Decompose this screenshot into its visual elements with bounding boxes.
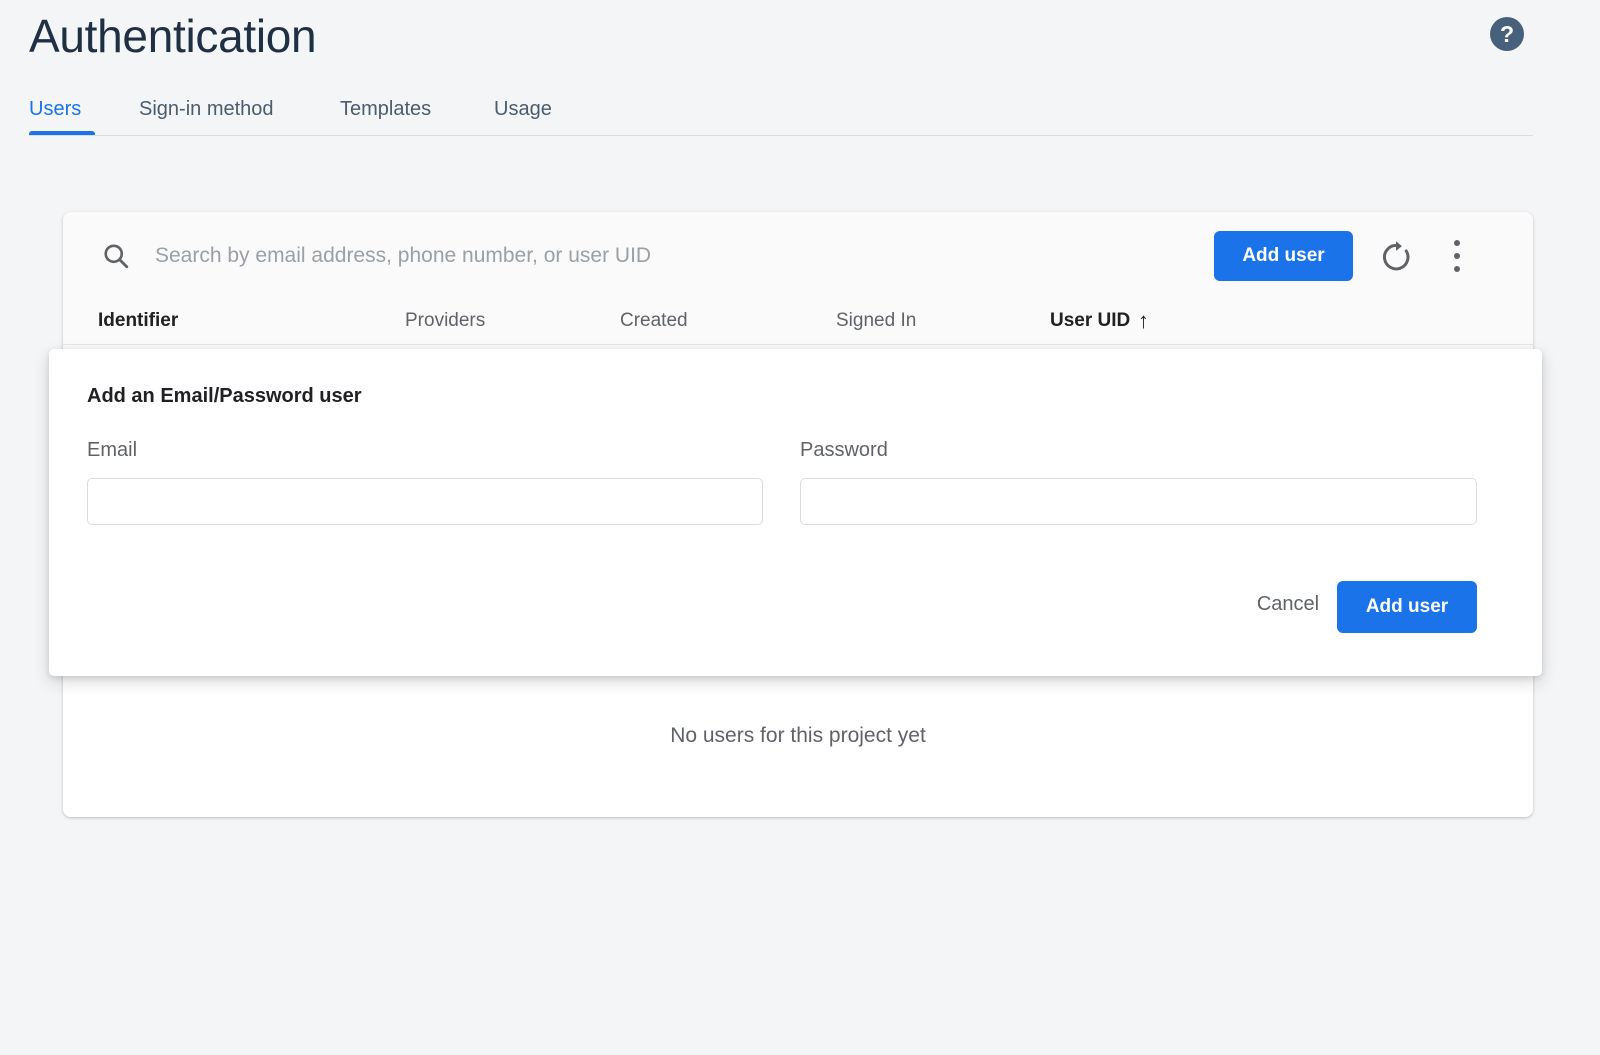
password-field[interactable] xyxy=(800,478,1477,525)
column-header-identifier[interactable]: Identifier xyxy=(98,300,178,342)
tab-bar: Users Sign-in method Templates Usage xyxy=(0,86,1600,136)
dialog-add-user-button[interactable]: Add user xyxy=(1337,581,1477,633)
tab-active-indicator xyxy=(29,131,95,135)
search-input[interactable] xyxy=(155,238,1195,274)
empty-state: No users for this project yet xyxy=(63,676,1533,817)
tab-sign-in-method[interactable]: Sign-in method xyxy=(139,86,274,133)
dialog-title: Add an Email/Password user xyxy=(87,385,362,407)
column-header-signed-in[interactable]: Signed In xyxy=(836,300,916,342)
email-field[interactable] xyxy=(87,478,763,525)
more-dot-bottom xyxy=(1454,266,1460,272)
column-header-created[interactable]: Created xyxy=(620,300,688,342)
help-question-icon[interactable]: ? xyxy=(1490,17,1524,51)
tab-templates[interactable]: Templates xyxy=(340,86,431,133)
more-vert-icon[interactable] xyxy=(1446,238,1468,274)
tab-users[interactable]: Users xyxy=(29,86,81,133)
add-user-button[interactable]: Add user xyxy=(1214,231,1353,281)
refresh-icon[interactable] xyxy=(1379,239,1413,273)
column-header-user-uid[interactable]: User UID xyxy=(1050,300,1130,342)
column-header-providers[interactable]: Providers xyxy=(405,300,485,342)
search-icon xyxy=(104,244,129,269)
page-title: Authentication xyxy=(29,10,317,62)
email-field-label: Email xyxy=(87,439,138,461)
table-header-row: Identifier Providers Created Signed In U… xyxy=(63,300,1533,344)
tab-bar-divider xyxy=(29,135,1533,136)
tab-usage[interactable]: Usage xyxy=(494,86,552,133)
cancel-button[interactable]: Cancel xyxy=(1235,582,1341,626)
sort-ascending-icon[interactable]: ↑ xyxy=(1138,300,1149,342)
add-user-dialog: Add an Email/Password user Email Passwor… xyxy=(49,349,1542,676)
empty-state-message: No users for this project yet xyxy=(670,724,926,747)
more-dot-top xyxy=(1454,240,1460,246)
password-field-label: Password xyxy=(800,439,888,461)
table-header-divider xyxy=(63,344,1533,345)
more-dot-middle xyxy=(1454,253,1460,259)
